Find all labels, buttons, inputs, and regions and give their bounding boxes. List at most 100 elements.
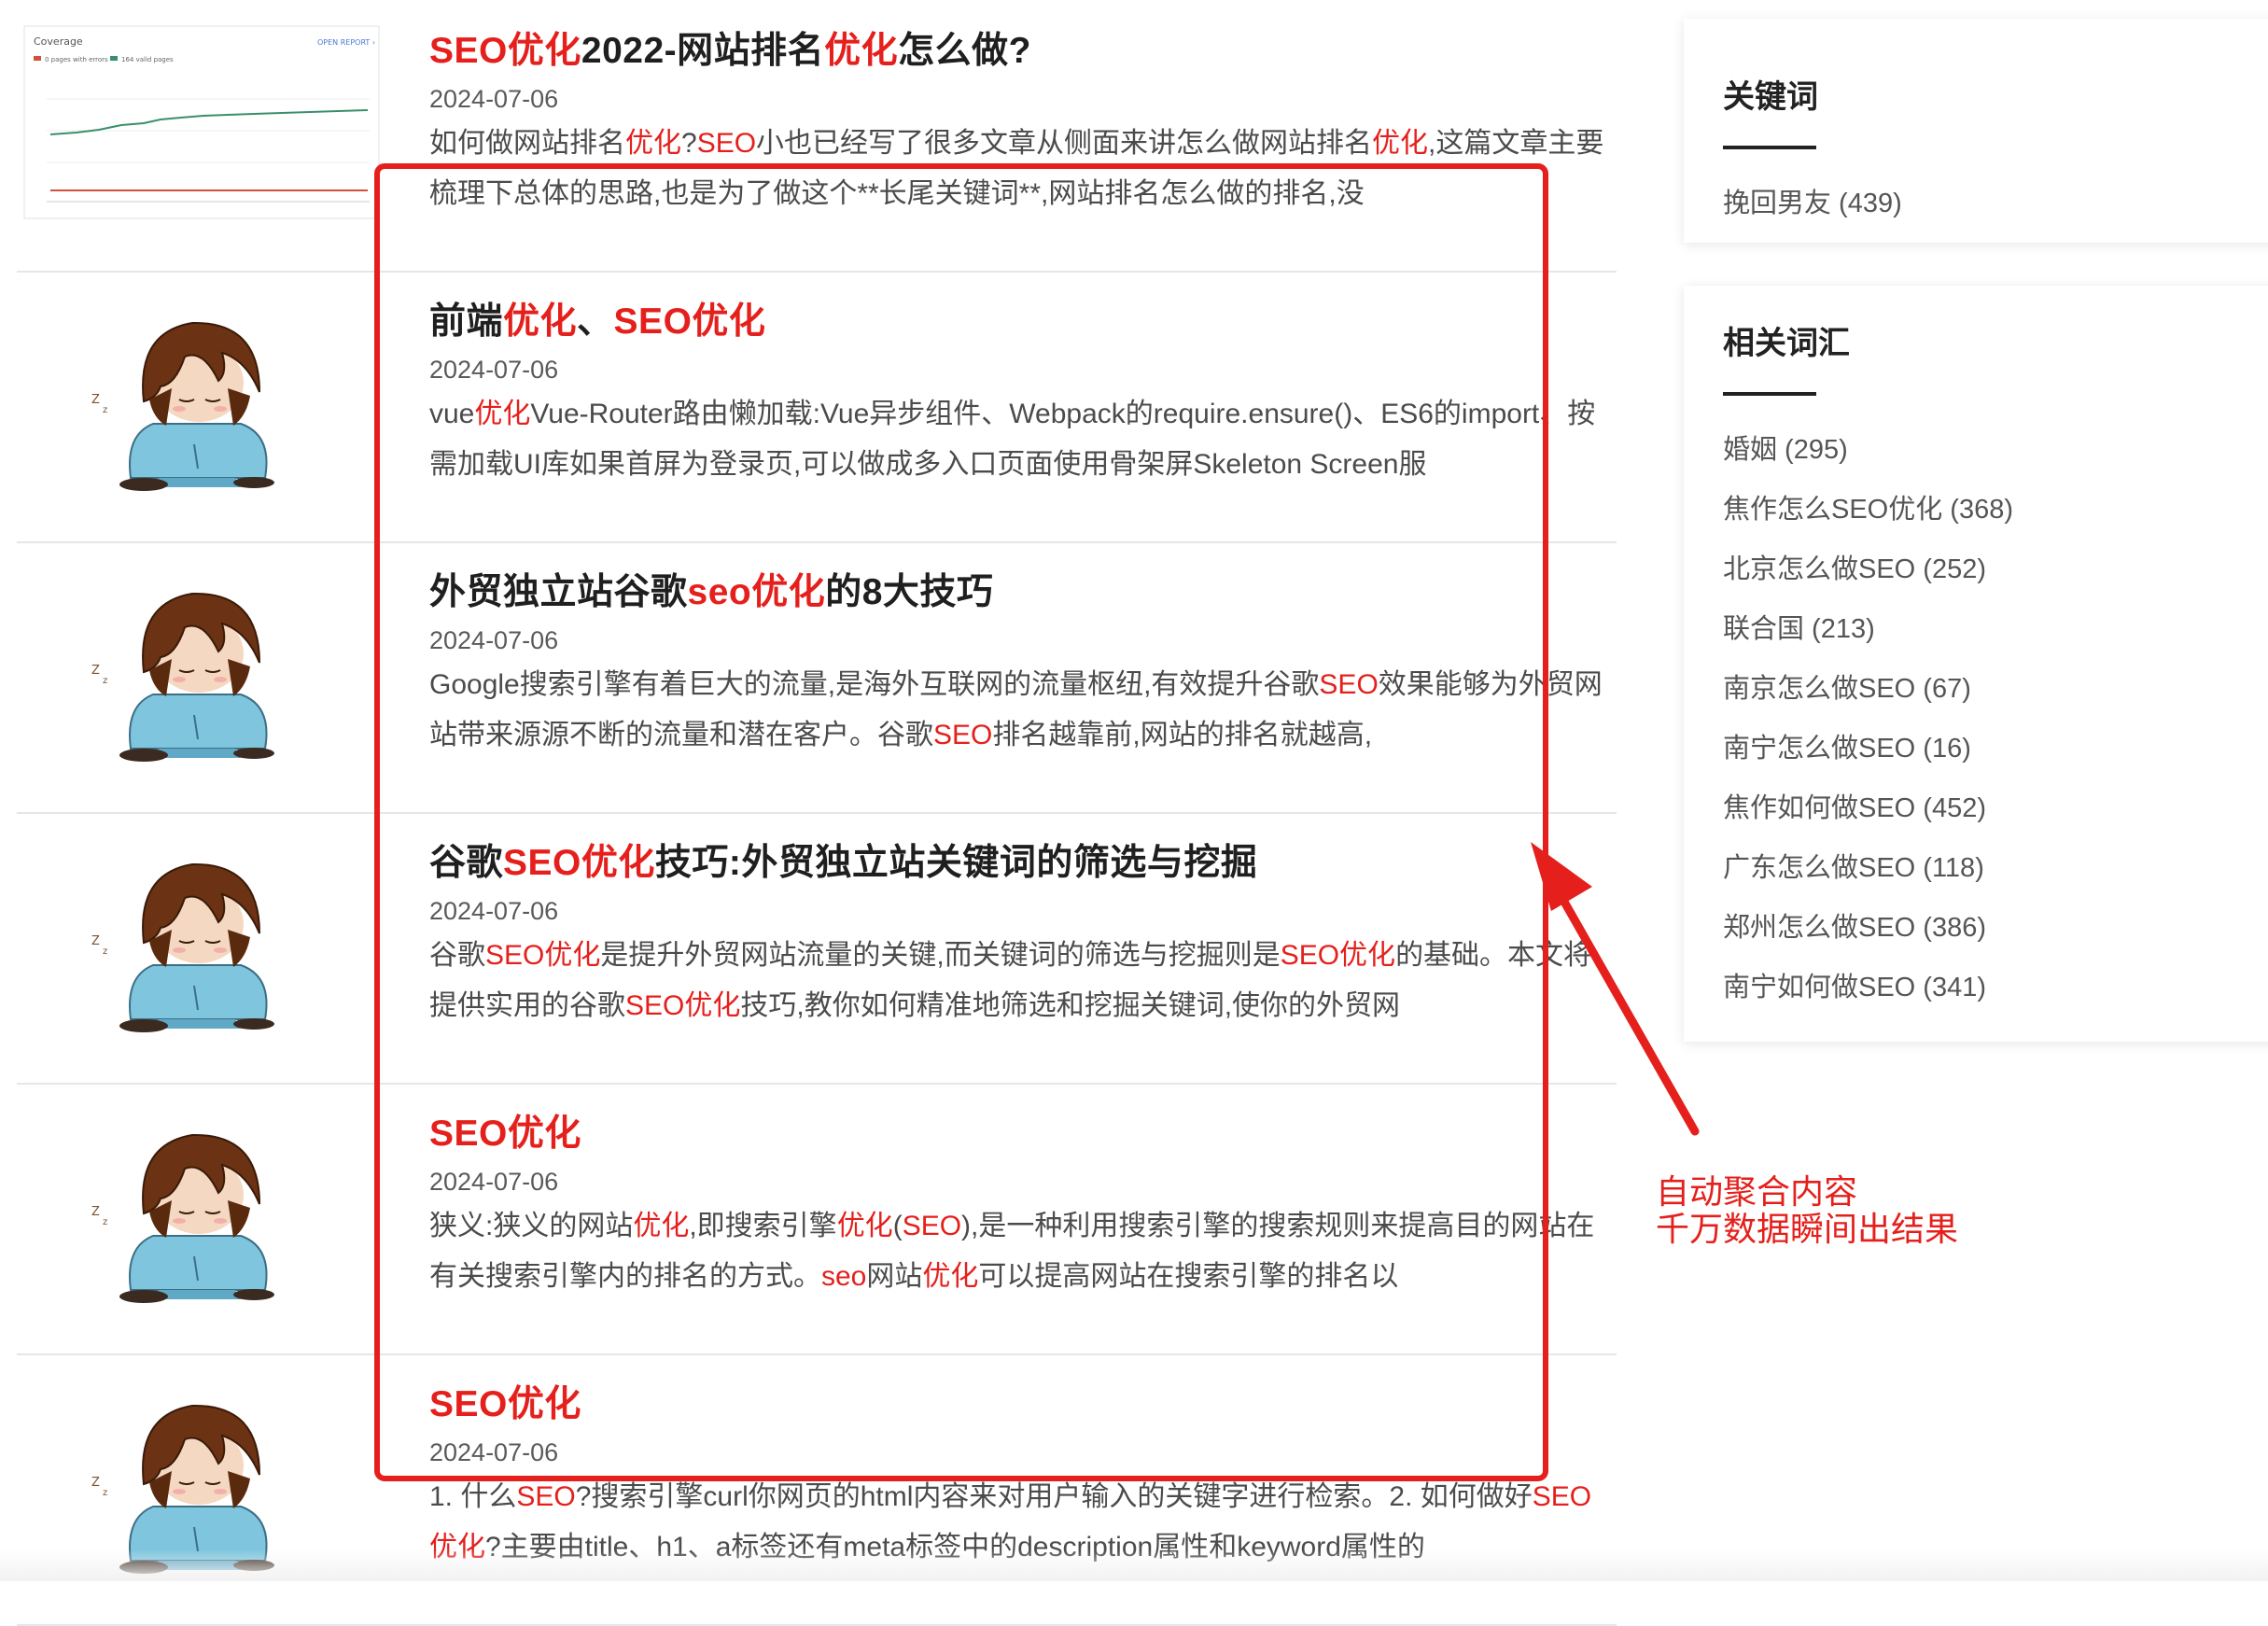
related-terms-list: 婚姻 (295) 焦作怎么SEO优化 (368) 北京怎么做SEO (252) 联合国… xyxy=(1723,420,2013,1017)
text-segment: 小也已经写了很多文章从侧面来讲怎么做网站排名 xyxy=(756,128,1373,159)
related-terms-heading: 相关词汇 xyxy=(1723,326,1850,361)
text-segment: 网站 xyxy=(866,1261,923,1292)
sidebar-link-item[interactable]: 郑州怎么做SEO (386) xyxy=(1723,898,2013,958)
article-item[interactable]: Coverage OPEN REPORT › 0 pages with errors… xyxy=(17,0,1617,273)
svg-text:Z: Z xyxy=(91,393,100,407)
article-excerpt: Google搜索引擎有着巨大的流量,是海外互联网的流量枢纽,有效提升谷歌SEO效… xyxy=(429,660,1609,761)
highlight-keyword: SEO优化 xyxy=(429,1384,581,1424)
coverage-legend-errors: 0 pages with errors xyxy=(45,56,108,63)
highlight-keyword: SEO优化 xyxy=(1280,940,1396,971)
article-text: SEO优化2022-网站排名优化怎么做? 2024-07-06 如何做网站排名优化?… xyxy=(429,26,1615,219)
text-segment: 是提升外贸网站流量的关键,而关键词的筛选与挖掘则是 xyxy=(600,940,1281,971)
svg-text:z: z xyxy=(103,1488,107,1498)
sidebar-link-item[interactable]: 广东怎么做SEO (118) xyxy=(1723,838,2013,898)
text-segment: 1. 什么 xyxy=(429,1481,517,1512)
highlight-keyword: SEO优化 xyxy=(429,1114,581,1154)
article-text: 外贸独立站谷歌seo优化的8大技巧 2024-07-06 Google搜索引擎有着巨… xyxy=(429,568,1615,761)
highlight-keyword: 优化 xyxy=(625,128,681,159)
svg-text:Z: Z xyxy=(91,1205,100,1219)
article-date: 2024-07-06 xyxy=(429,1438,559,1466)
keywords-card: 关键词 挽回男友 (439) xyxy=(1684,19,2268,243)
text-segment: ( xyxy=(892,1211,903,1241)
text-segment: 、 xyxy=(577,301,614,342)
highlight-keyword: SEO优化 xyxy=(613,301,766,342)
highlight-keyword: 优化 xyxy=(922,1261,979,1292)
article-title-link[interactable]: 外贸独立站谷歌seo优化的8大技巧 xyxy=(429,568,1615,618)
highlight-keyword: SEO xyxy=(516,1481,576,1512)
text-segment: 外贸独立站谷歌 xyxy=(429,572,688,612)
related-terms-card: 相关词汇 婚姻 (295) 焦作怎么SEO优化 (368) 北京怎么做SEO (25… xyxy=(1684,286,2268,1042)
related-terms-heading-underline xyxy=(1723,392,1816,396)
keywords-list: 挽回男友 (439) xyxy=(1723,174,1902,233)
text-segment: 技巧,教你如何精准地筛选和挖掘关键词,使你的外贸网 xyxy=(740,990,1401,1021)
text-segment: ,即搜索引擎 xyxy=(689,1211,837,1241)
article-item[interactable]: Zz SEO优化 2024-07-06 1. 什么SEO?搜索引擎curl你网页的ht… xyxy=(17,1353,1617,1626)
coverage-chart-title: Coverage xyxy=(34,35,83,48)
article-title-link[interactable]: SEO优化 xyxy=(429,1109,1615,1159)
svg-text:z: z xyxy=(103,405,107,415)
highlight-keyword: 优化 xyxy=(633,1211,690,1241)
highlight-keyword: SEO xyxy=(902,1211,962,1241)
article-excerpt: vue优化Vue-Router路由懒加载:Vue异步组件、Webpack的req… xyxy=(429,389,1609,490)
article-title-link[interactable]: SEO优化 xyxy=(429,1380,1615,1430)
svg-text:Z: Z xyxy=(91,1476,100,1490)
article-title-link[interactable]: SEO优化2022-网站排名优化怎么做? xyxy=(429,26,1615,77)
sidebar-link-item[interactable]: 联合国 (213) xyxy=(1723,599,2013,659)
highlight-keyword: SEO优化 xyxy=(503,843,655,883)
article-date: 2024-07-06 xyxy=(429,85,559,113)
highlight-keyword: 优化 xyxy=(836,1211,893,1241)
sidebar-link-item[interactable]: 南宁怎么做SEO (16) xyxy=(1723,719,2013,778)
article-title-link[interactable]: 谷歌SEO优化技巧:外贸独立站关键词的筛选与挖掘 xyxy=(429,838,1615,889)
svg-text:Z: Z xyxy=(91,934,100,948)
highlight-keyword: SEO xyxy=(933,720,993,750)
article-text: 前端优化、SEO优化 2024-07-06 vue优化Vue-Router路由懒加载… xyxy=(429,297,1615,490)
article-thumbnail-anime-character[interactable]: Zz xyxy=(21,836,385,1038)
highlight-keyword: SEO优化 xyxy=(429,31,581,71)
highlight-keyword: SEO xyxy=(1319,669,1379,700)
text-segment: 前端 xyxy=(429,301,504,342)
article-thumbnail-anime-character[interactable]: Zz xyxy=(21,566,385,767)
svg-text:z: z xyxy=(103,946,107,957)
sidebar-link-item[interactable]: 南宁如何做SEO (341) xyxy=(1723,958,2013,1017)
sidebar-link-item[interactable]: 南京怎么做SEO (67) xyxy=(1723,659,2013,719)
article-list: Coverage OPEN REPORT › 0 pages with errors… xyxy=(0,0,1624,1626)
highlight-keyword: 优化 xyxy=(824,31,899,71)
article-item[interactable]: Zz 外贸独立站谷歌seo优化的8大技巧 2024-07-06 Google搜索引擎有… xyxy=(17,541,1617,814)
highlight-keyword: seo xyxy=(821,1261,867,1292)
text-segment: 排名越靠前,网站的排名就越高, xyxy=(992,720,1373,750)
article-title-link[interactable]: 前端优化、SEO优化 xyxy=(429,297,1615,347)
sidebar-link-item[interactable]: 婚姻 (295) xyxy=(1723,420,2013,480)
article-item[interactable]: Zz SEO优化 2024-07-06 狭义:狭义的网站优化,即搜索引擎优化(SEO)… xyxy=(17,1083,1617,1355)
highlight-keyword: 优化 xyxy=(1372,128,1429,159)
article-text: SEO优化 2024-07-06 1. 什么SEO?搜索引擎curl你网页的html… xyxy=(429,1380,1615,1573)
sidebar: 关键词 挽回男友 (439) 相关词汇 婚姻 (295) 焦作怎么SEO优化 (3… xyxy=(1684,0,2268,1581)
svg-text:z: z xyxy=(103,1217,107,1227)
article-thumbnail-anime-character[interactable]: Zz xyxy=(21,1378,385,1579)
text-segment: Google搜索引擎有着巨大的流量,是海外互联网的流量枢纽,有效提升谷歌 xyxy=(429,669,1320,700)
highlight-keyword: SEO优化 xyxy=(625,990,741,1021)
article-date: 2024-07-06 xyxy=(429,626,559,654)
text-segment: 如何做网站排名 xyxy=(429,128,625,159)
highlight-keyword: SEO优化 xyxy=(485,940,601,971)
coverage-open-report-link: OPEN REPORT › xyxy=(317,38,375,47)
article-thumbnail-anime-character[interactable]: Zz xyxy=(21,295,385,497)
text-segment: Vue-Router路由懒加载:Vue异步组件、Webpack的require.… xyxy=(429,399,1596,480)
article-excerpt: 谷歌SEO优化是提升外贸网站流量的关键,而关键词的筛选与挖掘则是SEO优化的基础… xyxy=(429,931,1609,1031)
sidebar-link-item[interactable]: 北京怎么做SEO (252) xyxy=(1723,540,2013,599)
text-segment: 怎么做? xyxy=(898,31,1031,71)
article-item[interactable]: Zz 前端优化、SEO优化 2024-07-06 vue优化Vue-Router路由懒… xyxy=(17,271,1617,543)
highlight-keyword: SEO xyxy=(696,128,757,159)
annotation-line-2: 千万数据瞬间出结果 xyxy=(1656,1210,1959,1248)
article-thumbnail-coverage-chart[interactable]: Coverage OPEN REPORT › 0 pages with errors… xyxy=(21,24,385,226)
sidebar-link-item[interactable]: 焦作怎么SEO优化 (368) xyxy=(1723,480,2013,540)
text-segment: 2022-网站排名 xyxy=(581,31,825,71)
text-segment: vue xyxy=(429,399,475,429)
sidebar-link-item[interactable]: 焦作如何做SEO (452) xyxy=(1723,778,2013,838)
article-excerpt: 1. 什么SEO?搜索引擎curl你网页的html内容来对用户输入的关键字进行检… xyxy=(429,1472,1609,1573)
article-thumbnail-anime-character[interactable]: Zz xyxy=(21,1107,385,1309)
article-item[interactable]: Zz 谷歌SEO优化技巧:外贸独立站关键词的筛选与挖掘 2024-07-06 谷歌SE… xyxy=(17,812,1617,1085)
svg-text:z: z xyxy=(103,676,107,686)
sidebar-link-item[interactable]: 挽回男友 (439) xyxy=(1723,174,1902,233)
article-date: 2024-07-06 xyxy=(429,356,559,384)
text-segment: 技巧:外贸独立站关键词的筛选与挖掘 xyxy=(654,843,1258,883)
